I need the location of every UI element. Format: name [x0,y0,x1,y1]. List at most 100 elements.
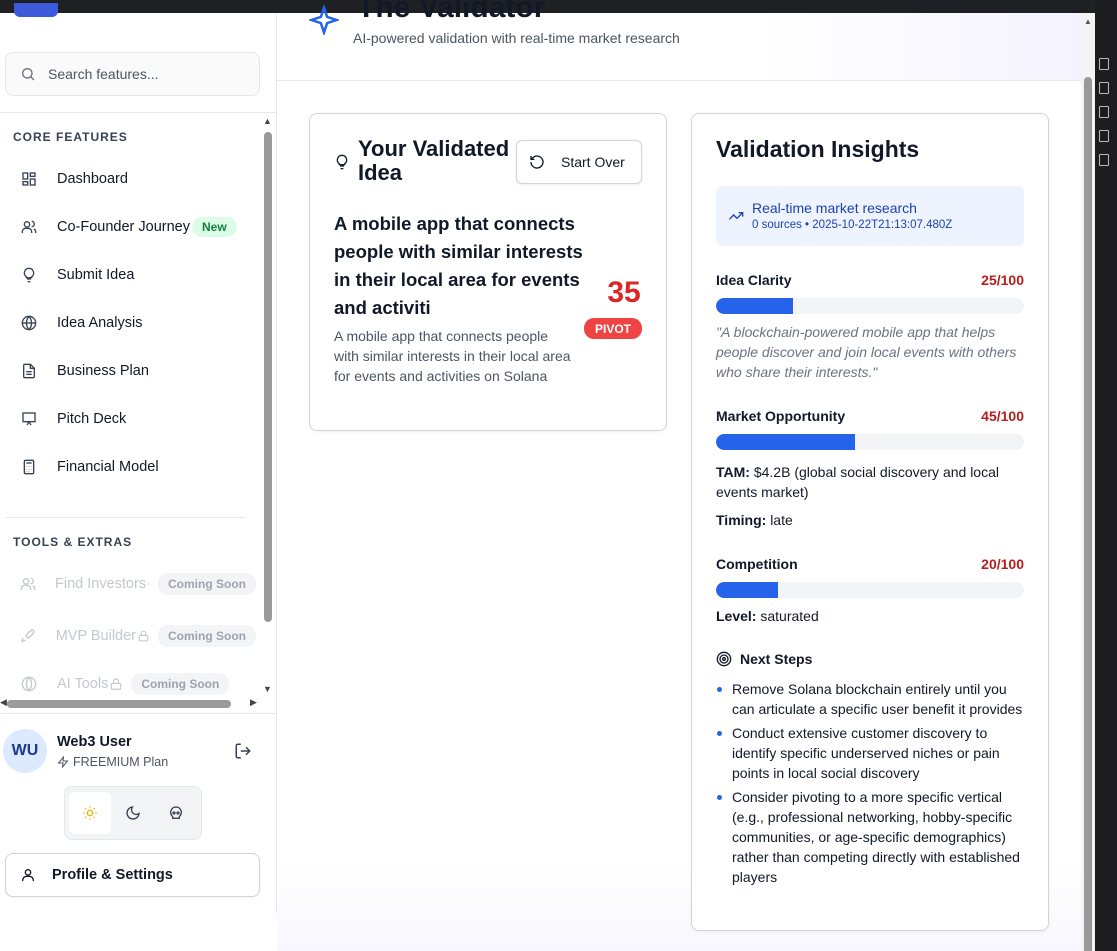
nav-item-idea-analysis[interactable]: Idea Analysis [6,303,256,343]
metric-value-idea-clarity: 25/100 [981,272,1024,288]
scroll-up-icon[interactable]: ▲ [263,116,272,126]
sparkle-icon [309,5,339,35]
file-icon [1099,130,1109,142]
presentation-icon [20,410,38,428]
search-input[interactable] [48,66,248,82]
nav-scrollbar-vertical[interactable]: ▲ ▼ [262,116,274,696]
metric-value-competition: 20/100 [981,556,1024,572]
grid-icon [20,170,38,188]
scroll-left-icon[interactable]: ◀ [0,697,7,708]
list-item: Conduct extensive customer discovery to … [716,723,1028,783]
validation-insights-card: Validation Insights Real-time market res… [691,113,1049,931]
nav-item-label: Co-Founder Journey [57,219,190,235]
nav-item-label: Find Investors [55,576,147,592]
refresh-icon [530,155,544,169]
nav-item-label: MVP Builder [55,628,137,644]
divider [0,713,276,714]
nav-hscrollbar-thumb[interactable] [7,700,231,708]
theme-special-button[interactable] [155,792,197,834]
coming-soon-badge: Coming Soon [158,573,256,595]
page-title: The Validator [357,0,546,24]
users-icon [20,575,36,593]
metric-label-market-opportunity: Market Opportunity [716,408,846,424]
research-title: Real-time market research [752,200,917,216]
coming-soon-badge: Coming Soon [131,673,230,695]
start-over-button[interactable]: Start Over [516,140,642,184]
avatar[interactable]: WU [3,729,47,773]
clarity-quote: "A blockchain-powered mobile app that he… [716,324,1017,380]
metric-label-idea-clarity: Idea Clarity [716,272,792,288]
scroll-up-icon[interactable]: ▲ [1084,17,1092,26]
idea-score: 35 [607,276,641,309]
calculator-icon [20,458,38,476]
nav-item-pitch-deck[interactable]: Pitch Deck [6,399,256,439]
list-item: Remove Solana blockchain entirely until … [716,679,1028,719]
main-content: Your Validated Idea Start Over A mobile … [277,81,1081,951]
user-icon [22,869,34,881]
coming-soon-badge: Coming Soon [158,625,256,647]
rocket-icon [20,627,37,645]
nav-item-label: Idea Analysis [57,315,143,331]
document-icon [20,362,38,380]
nav-item-submit-idea[interactable]: Submit Idea [6,255,256,295]
nav-item-label: Business Plan [57,363,149,379]
logout-icon[interactable] [234,742,252,760]
timing-label: Timing: [716,512,767,528]
target-icon [716,651,732,667]
section-tools-extras: TOOLS & EXTRAS [13,535,133,549]
nav-item-business-plan[interactable]: Business Plan [6,351,256,391]
step-text: Conduct extensive customer discovery to … [732,725,1000,781]
research-meta: 0 sources • 2025-10-22T21:13:07.480Z [752,219,953,231]
nav-item-label: AI Tools [57,676,109,692]
file-icon [1099,58,1109,70]
globe-icon [20,314,38,332]
nav-item-co-founder-journey[interactable]: Co-Founder Journey New [6,207,256,247]
nav-item-label: Financial Model [57,459,159,475]
profile-settings-label: Profile & Settings [52,867,173,883]
timing-text: Timing: late [716,510,1026,530]
metric-label-competition: Competition [716,556,798,572]
lock-icon [111,678,122,690]
nav-item-dashboard[interactable]: Dashboard [6,159,256,199]
users-icon [20,218,38,236]
theme-dark-button[interactable] [112,792,154,834]
page-scrollbar[interactable]: ▲ [1081,13,1095,951]
search-box[interactable] [5,52,260,96]
file-icon [1099,82,1109,94]
profile-settings-button[interactable]: Profile & Settings [5,853,260,897]
page-scrollbar-thumb[interactable] [1084,77,1092,951]
nav-item-financial-model[interactable]: Financial Model [6,447,256,487]
progress-bar-competition [716,582,1024,598]
user-name: Web3 User [57,734,132,750]
sidebar: CORE FEATURES Dashboard Co-Founder Journ… [0,3,277,913]
next-steps-title: Next Steps [740,651,813,667]
idea-title: A mobile app that connects people with s… [334,213,583,318]
nav-item-label: Dashboard [57,171,128,187]
level-text: Level: saturated [716,606,1026,626]
list-item: Consider pivoting to a more specific ver… [716,787,1028,887]
idea-description: A mobile app that connects people with s… [334,328,571,384]
step-text: Consider pivoting to a more specific ver… [732,789,1020,885]
scroll-down-icon[interactable]: ▼ [263,684,272,694]
moon-icon [126,806,140,820]
sun-icon [83,806,97,820]
nav-item-label: Pitch Deck [57,411,127,427]
theme-light-button[interactable] [69,792,111,834]
file-icon [1099,154,1109,166]
nav-scrollbar-horizontal[interactable]: ◀ ▶ [0,697,262,710]
validated-idea-card: Your Validated Idea Start Over A mobile … [309,113,667,431]
logo-mark [14,3,58,17]
tam-value: $4.2B (global social discovery and local… [716,464,999,500]
app-logo[interactable] [8,3,268,19]
tam-text: TAM: $4.2B (global social discovery and … [716,462,1026,502]
scroll-right-icon[interactable]: ▶ [250,697,257,708]
lightbulb-icon [20,266,38,284]
progress-fill [716,298,793,314]
page-subtitle: AI-powered validation with real-time mar… [353,30,680,46]
progress-fill [716,582,778,598]
new-badge: New [192,217,237,237]
step-text: Remove Solana blockchain entirely until … [732,681,1023,717]
card-title: Your Validated Idea [358,136,510,185]
nav-scrollbar-thumb[interactable] [264,132,272,622]
progress-fill [716,434,855,450]
